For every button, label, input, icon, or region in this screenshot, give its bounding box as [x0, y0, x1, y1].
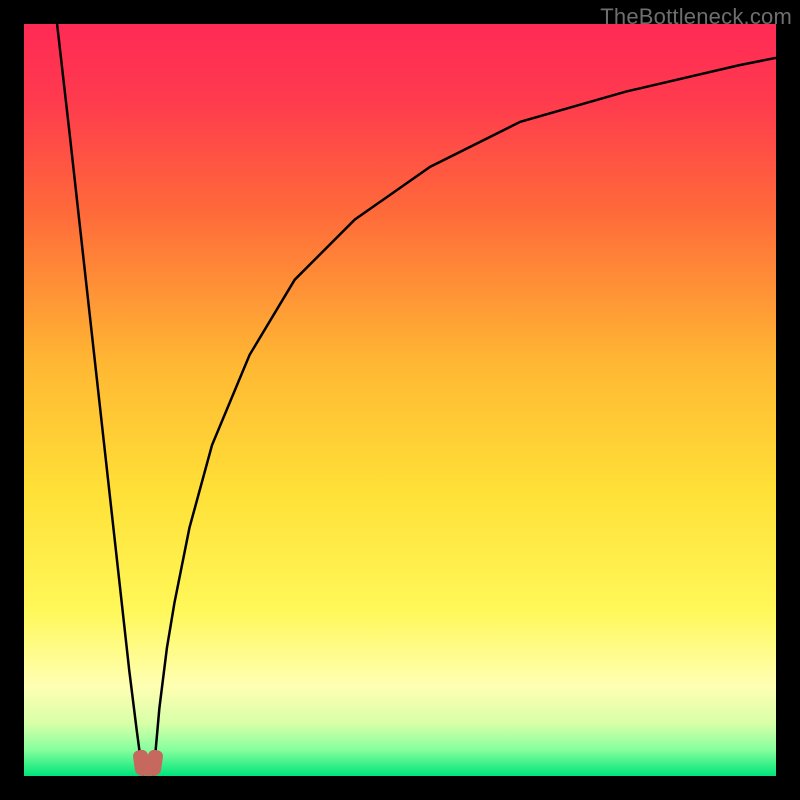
watermark-text: TheBottleneck.com: [600, 4, 792, 30]
bottleneck-curve: [24, 24, 776, 776]
plot-area: [24, 24, 776, 776]
curve-left-branch: [57, 24, 143, 776]
chart-frame: TheBottleneck.com: [0, 0, 800, 800]
curve-right-branch: [153, 58, 776, 776]
optimum-marker: [133, 738, 163, 776]
